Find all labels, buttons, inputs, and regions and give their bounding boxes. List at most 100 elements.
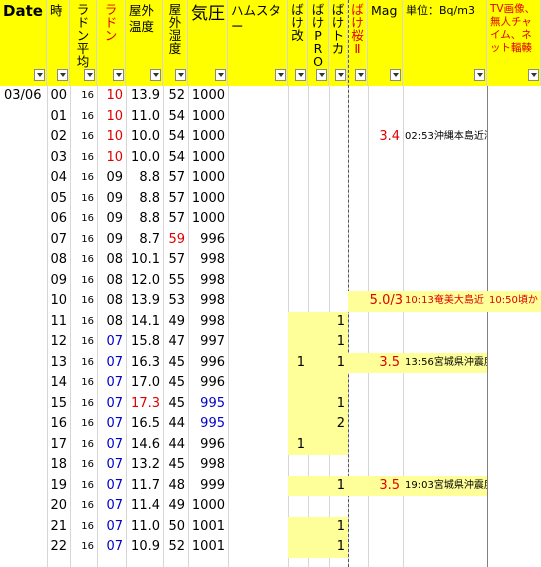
tv-note-cell[interactable] [487, 312, 541, 333]
pressure-cell[interactable]: 996 [188, 435, 228, 456]
radon-cell[interactable]: 07 [97, 496, 126, 517]
tv-note-cell[interactable] [487, 373, 541, 394]
bake-toka-cell[interactable]: 1 [329, 353, 348, 374]
radon-avg-cell[interactable]: 16 [70, 496, 97, 517]
filter-dropdown-radon[interactable] [113, 69, 124, 81]
bake-kai-cell[interactable]: 1 [288, 435, 308, 456]
pressure-cell[interactable]: 995 [188, 414, 228, 435]
radon-avg-cell[interactable]: 16 [70, 189, 97, 210]
quake-note-cell[interactable] [403, 496, 487, 517]
radon-cell[interactable]: 07 [97, 373, 126, 394]
bake-pro-cell[interactable] [308, 312, 329, 333]
magnitude-cell[interactable] [368, 250, 403, 271]
radon-cell[interactable]: 09 [97, 168, 126, 189]
bake-toka-cell[interactable] [329, 455, 348, 476]
radon-avg-cell[interactable]: 16 [70, 537, 97, 558]
bake-pro-cell[interactable] [308, 189, 329, 210]
bake-pro-cell[interactable] [308, 455, 329, 476]
pressure-cell[interactable]: 998 [188, 455, 228, 476]
bake-kai-cell[interactable] [288, 291, 308, 312]
radon-avg-cell[interactable]: 16 [70, 168, 97, 189]
hour-cell[interactable]: 11 [47, 312, 70, 333]
humidity-cell[interactable]: 50 [163, 517, 188, 538]
tv-note-cell[interactable] [487, 250, 541, 271]
pressure-cell[interactable]: 999 [188, 476, 228, 497]
temperature-cell[interactable]: 17.3 [126, 394, 163, 415]
magnitude-cell[interactable] [368, 209, 403, 230]
radon-cell[interactable]: 10 [97, 107, 126, 128]
quake-note-cell[interactable] [403, 312, 487, 333]
humidity-cell[interactable]: 54 [163, 107, 188, 128]
radon-avg-cell[interactable]: 16 [70, 435, 97, 456]
radon-avg-cell[interactable]: 16 [70, 86, 97, 107]
magnitude-cell[interactable] [368, 312, 403, 333]
humidity-cell[interactable]: 55 [163, 271, 188, 292]
bake-pro-cell[interactable] [308, 291, 329, 312]
bake-pro-cell[interactable] [308, 230, 329, 251]
bake-kai-cell[interactable] [288, 496, 308, 517]
quake-note-cell[interactable] [403, 414, 487, 435]
hour-cell[interactable]: 17 [47, 435, 70, 456]
quake-note-cell[interactable] [403, 250, 487, 271]
temperature-cell[interactable]: 16.3 [126, 353, 163, 374]
radon-cell[interactable]: 08 [97, 312, 126, 333]
tv-note-cell[interactable] [487, 414, 541, 435]
bake-toka-cell[interactable] [329, 107, 348, 128]
radon-avg-cell[interactable]: 16 [70, 148, 97, 169]
bake-pro-cell[interactable] [308, 332, 329, 353]
quake-note-cell[interactable] [403, 86, 487, 107]
humidity-cell[interactable]: 52 [163, 86, 188, 107]
tv-note-cell[interactable] [487, 394, 541, 415]
bake-toka-cell[interactable] [329, 291, 348, 312]
pressure-cell[interactable]: 998 [188, 312, 228, 333]
bake-pro-cell[interactable] [308, 86, 329, 107]
quake-note-cell[interactable] [403, 394, 487, 415]
bake-pro-cell[interactable] [308, 209, 329, 230]
temperature-cell[interactable]: 8.7 [126, 230, 163, 251]
temperature-cell[interactable]: 14.1 [126, 312, 163, 333]
filter-dropdown-unit[interactable] [474, 69, 485, 81]
tv-note-cell[interactable]: 10:50頃か [487, 291, 541, 312]
magnitude-cell[interactable] [368, 271, 403, 292]
tv-note-cell[interactable] [487, 435, 541, 456]
tv-note-cell[interactable] [487, 517, 541, 538]
radon-avg-cell[interactable]: 16 [70, 127, 97, 148]
filter-dropdown-temp[interactable] [150, 69, 161, 81]
pressure-cell[interactable]: 1000 [188, 127, 228, 148]
magnitude-cell[interactable]: 3.4 [368, 127, 403, 148]
bake-pro-cell[interactable] [308, 537, 329, 558]
radon-avg-cell[interactable]: 16 [70, 209, 97, 230]
quake-note-cell[interactable] [403, 168, 487, 189]
quake-note-cell[interactable]: 19:03宮城県沖震度1 [403, 476, 487, 497]
hour-cell[interactable]: 15 [47, 394, 70, 415]
humidity-cell[interactable]: 49 [163, 496, 188, 517]
filter-dropdown-hamster[interactable] [275, 69, 286, 81]
tv-note-cell[interactable] [487, 496, 541, 517]
tv-note-cell[interactable] [487, 332, 541, 353]
magnitude-cell[interactable] [368, 107, 403, 128]
temperature-cell[interactable]: 8.8 [126, 189, 163, 210]
quake-note-cell[interactable] [403, 148, 487, 169]
filter-dropdown-bake_toka[interactable] [335, 69, 346, 81]
bake-toka-cell[interactable] [329, 271, 348, 292]
pressure-cell[interactable]: 998 [188, 291, 228, 312]
bake-kai-cell[interactable] [288, 517, 308, 538]
filter-dropdown-hour[interactable] [57, 69, 68, 81]
temperature-cell[interactable]: 11.4 [126, 496, 163, 517]
filter-dropdown-radon_avg[interactable] [84, 69, 95, 81]
temperature-cell[interactable]: 13.9 [126, 291, 163, 312]
bake-toka-cell[interactable] [329, 209, 348, 230]
bake-pro-cell[interactable] [308, 148, 329, 169]
temperature-cell[interactable]: 10.0 [126, 127, 163, 148]
bake-pro-cell[interactable] [308, 496, 329, 517]
quake-note-cell[interactable] [403, 373, 487, 394]
temperature-cell[interactable]: 13.9 [126, 86, 163, 107]
quake-note-cell[interactable] [403, 209, 487, 230]
humidity-cell[interactable]: 52 [163, 537, 188, 558]
radon-avg-cell[interactable]: 16 [70, 107, 97, 128]
bake-kai-cell[interactable] [288, 312, 308, 333]
radon-avg-cell[interactable]: 16 [70, 353, 97, 374]
radon-avg-cell[interactable]: 16 [70, 394, 97, 415]
bake-toka-cell[interactable] [329, 189, 348, 210]
humidity-cell[interactable]: 57 [163, 189, 188, 210]
